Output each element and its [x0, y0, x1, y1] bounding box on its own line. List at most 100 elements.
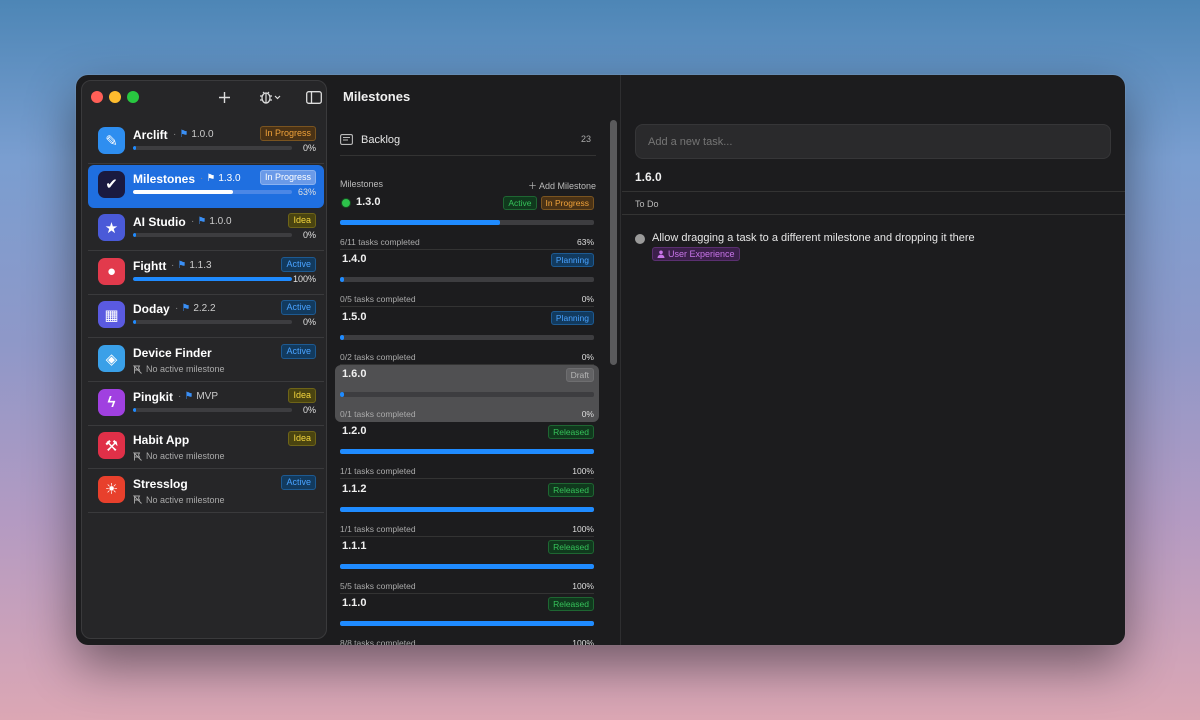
progress-fill: [133, 407, 137, 412]
no-milestone-text: No active milestone: [133, 495, 225, 505]
backlog-label: Backlog: [361, 134, 401, 146]
project-version: · ⚑ 1.1.3: [171, 259, 212, 271]
flag-slash-icon: [133, 364, 142, 374]
add-project-button[interactable]: [212, 87, 236, 107]
hammer-icon: ⚒: [98, 432, 125, 460]
project-name: Pingkit: [133, 389, 174, 404]
flag-icon: ⚑: [197, 216, 207, 228]
progress-fill: [340, 449, 594, 455]
progress-fill: [340, 621, 594, 627]
tag-icon: ◈: [98, 345, 125, 372]
milestone-version: 1.6.0: [342, 367, 367, 380]
milestone-badges: Draft: [565, 367, 594, 382]
project-item[interactable]: ▦ Doday Active · ⚑ 2.2.2 0%: [88, 295, 324, 339]
status-badge: Idea: [288, 213, 316, 229]
window-controls: [91, 91, 139, 103]
milestone-badges: Released: [548, 425, 594, 440]
flag-icon: ⚑: [179, 129, 189, 140]
milestones-column: Milestones Backlog 23 Milestones ＋ Add M…: [328, 75, 621, 645]
project-item[interactable]: ● Fightt Active · ⚑ 1.1.3 100%: [88, 252, 324, 295]
milestone-item[interactable]: 1.2.0 Released 1/1 tasks completed 100%: [335, 422, 599, 480]
no-milestone-label: No active milestone: [146, 451, 225, 462]
progress-bar: [340, 563, 594, 569]
progress-fill: [133, 233, 137, 238]
progress-percent: 100%: [572, 638, 594, 645]
project-item[interactable]: ◈ Device Finder Active No active milestone: [88, 339, 324, 382]
milestone-item[interactable]: 1.1.0 Released 8/8 tasks completed 100%: [335, 594, 599, 645]
project-version: · ⚑ MVP: [178, 390, 218, 402]
progress-bar: [340, 449, 594, 455]
status-badge: Released: [548, 597, 594, 612]
project-item[interactable]: ✔ Milestones In Progress · ⚑ 1.3.0 63%: [88, 164, 324, 208]
project-name: AI Studio: [133, 215, 186, 230]
version-label: 2.2.2: [193, 303, 216, 315]
section-label: Milestones: [340, 179, 384, 189]
progress-percent: 0%: [302, 143, 316, 153]
progress-percent: 100%: [572, 523, 594, 534]
status-badge: Active: [281, 256, 316, 272]
project-item[interactable]: ✎ Arclift In Progress · ⚑ 1.0.0 0%: [88, 121, 324, 164]
app-window: ✎ Arclift In Progress · ⚑ 1.0.0 0% ✔ Milestones…: [76, 75, 1125, 645]
calendar-icon: ▦: [98, 301, 125, 329]
project-version: · ⚑ 1.3.0: [200, 172, 241, 184]
task-title: Allow dragging a task to a different mil…: [652, 232, 975, 244]
no-milestone-label: No active milestone: [146, 364, 225, 374]
scrollbar-thumb[interactable]: [610, 120, 617, 365]
add-milestone-button[interactable]: ＋ Add Milestone: [528, 179, 596, 192]
task-checkbox[interactable]: [635, 234, 645, 244]
current-milestone-indicator: [341, 198, 351, 208]
divider: [622, 214, 1125, 215]
todo-section-header: To Do: [635, 199, 659, 209]
scrollbar[interactable]: [610, 120, 618, 365]
close-window-button[interactable]: [91, 91, 103, 103]
status-badge: Idea: [288, 387, 316, 403]
backlog-item[interactable]: Backlog 23: [340, 126, 596, 156]
progress-percent: 63%: [576, 237, 594, 247]
milestone-item[interactable]: 1.6.0 Draft 0/1 tasks completed 0%: [335, 364, 599, 422]
milestone-badges: Released: [548, 482, 594, 497]
progress-percent: 0%: [581, 408, 594, 419]
person-icon: [657, 250, 665, 258]
milestone-item[interactable]: 1.1.1 Released 5/5 tasks completed 100%: [335, 537, 599, 594]
status-badge: Released: [548, 425, 594, 440]
progress-fill: [340, 563, 594, 569]
progress-bar: [340, 277, 594, 283]
status-badge: In Progress: [540, 196, 594, 210]
minimize-window-button[interactable]: [109, 91, 121, 103]
checkmark-icon: ✔: [98, 170, 125, 198]
milestone-item[interactable]: 1.5.0 Planning 0/2 tasks completed 0%: [335, 308, 599, 365]
project-item[interactable]: ☀ Stresslog Active No active milestone: [88, 470, 324, 513]
project-name: Fightt: [133, 258, 167, 273]
project-name: Arclift: [133, 128, 168, 142]
pen-icon: ✎: [98, 127, 125, 154]
plus-icon: ＋: [527, 181, 539, 191]
person-icon: ●: [98, 257, 125, 285]
bug-icon: [259, 91, 272, 104]
milestone-item[interactable]: 1.4.0 Planning 0/5 tasks completed 0%: [335, 250, 599, 308]
milestone-item[interactable]: 1.3.0 Active In Progress 6/11 tasks complet…: [335, 193, 599, 250]
flag-slash-icon: [133, 451, 142, 461]
milestone-detail: 1.6.0 To Do Allow dragging a task to a d…: [622, 75, 1125, 645]
project-item[interactable]: ⚒ Habit App Idea No active milestone: [88, 426, 324, 470]
progress-fill: [133, 320, 137, 325]
no-milestone-text: No active milestone: [133, 364, 225, 374]
status-badge: Planning: [550, 253, 594, 268]
bug-report-button[interactable]: [254, 87, 284, 107]
progress-fill: [340, 334, 344, 340]
milestone-badges: Active In Progress: [503, 196, 594, 210]
task-tag[interactable]: User Experience: [652, 247, 740, 261]
add-task-input[interactable]: [635, 124, 1111, 159]
project-version: · ⚑ 1.0.0: [191, 216, 232, 228]
milestone-item[interactable]: 1.1.2 Released 1/1 tasks completed 100%: [335, 480, 599, 537]
project-item[interactable]: ϟ Pingkit Idea · ⚑ MVP 0%: [88, 383, 324, 426]
star-icon: ★: [98, 214, 125, 242]
milestone-badges: Released: [548, 597, 594, 612]
milestones-section-header: Milestones ＋ Add Milestone: [340, 179, 596, 193]
toggle-sidebar-button[interactable]: [302, 87, 326, 107]
zoom-window-button[interactable]: [127, 91, 139, 103]
version-label: 1.3.0: [218, 172, 241, 184]
project-item[interactable]: ★ AI Studio Idea · ⚑ 1.0.0 0%: [88, 208, 324, 252]
milestone-version: 1.3.0: [356, 196, 381, 208]
project-name: Habit App: [133, 433, 190, 448]
milestone-version: 1.4.0: [342, 253, 367, 266]
